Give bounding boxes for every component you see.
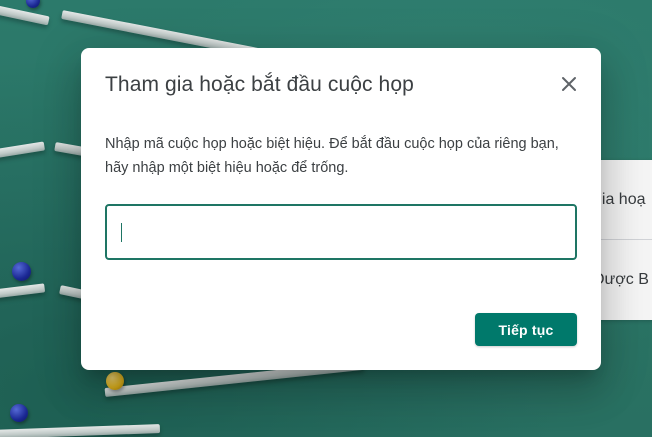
- meeting-code-input[interactable]: [107, 206, 575, 258]
- meeting-code-field[interactable]: [105, 204, 577, 260]
- text-caret: [121, 223, 122, 242]
- meet-screen: gia hoạ Dược B Tham gia hoặc bắt đầu cuộ…: [0, 0, 652, 437]
- dialog-title: Tham gia hoặc bắt đầu cuộc họp: [105, 73, 414, 96]
- close-icon: [562, 77, 576, 91]
- join-meeting-dialog: Tham gia hoặc bắt đầu cuộc họp Nhập mã c…: [81, 48, 601, 370]
- close-button[interactable]: [555, 70, 583, 98]
- dialog-description: Nhập mã cuộc họp hoặc biệt hiệu. Để bắt …: [105, 136, 559, 176]
- continue-button[interactable]: Tiếp tục: [475, 313, 577, 346]
